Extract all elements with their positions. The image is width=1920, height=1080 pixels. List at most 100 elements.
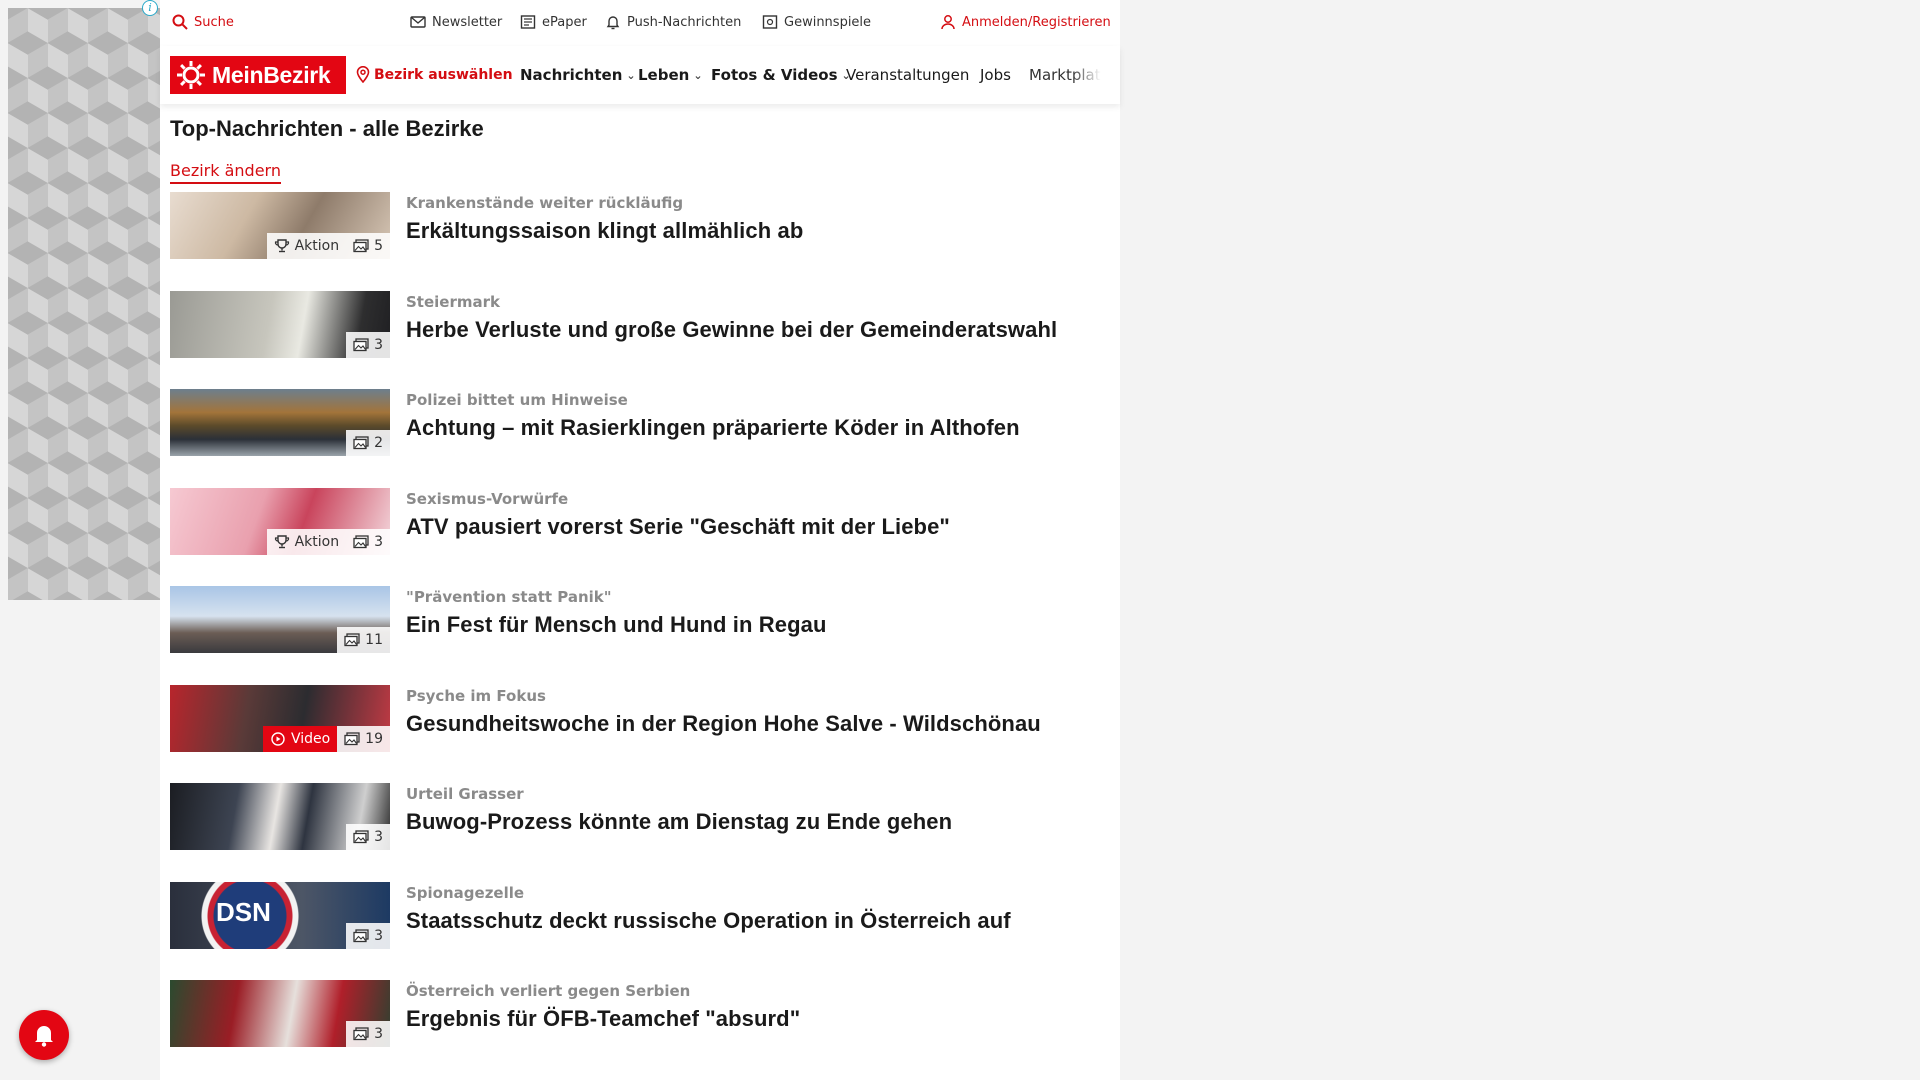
- article-thumbnail[interactable]: Aktion 5: [170, 192, 390, 259]
- thumbnail-badges: 3: [346, 824, 390, 850]
- login-label: Anmelden/Registrieren: [962, 14, 1111, 30]
- article-headline[interactable]: Erkältungssaison klingt allmählich ab: [406, 218, 803, 244]
- aktion-badge: Aktion: [266, 233, 347, 259]
- article-headline[interactable]: ATV pausiert vorerst Serie "Geschäft mit…: [406, 514, 950, 540]
- change-district-link[interactable]: Bezirk ändern: [170, 161, 281, 184]
- article-thumbnail[interactable]: DSN 3: [170, 881, 390, 949]
- epaper-label: ePaper: [542, 14, 587, 30]
- aktion-badge: Aktion: [266, 528, 347, 555]
- article-topline: Krankenstände weiter rückläufig: [406, 194, 684, 212]
- nav-veranstaltungen[interactable]: Veranstaltungen: [846, 66, 969, 84]
- gallery-icon: [344, 633, 360, 647]
- image-count: 2: [374, 435, 383, 451]
- thumbnail-badges: 3: [346, 1021, 390, 1047]
- article-item[interactable]: Video 19 Psyche im Fokus Gesundheitswoch…: [170, 684, 1110, 784]
- nav-nachrichten-label: Nachrichten: [520, 66, 623, 84]
- aktion-label: Aktion: [294, 238, 340, 254]
- nav-select-district[interactable]: Bezirk auswählen: [356, 66, 513, 83]
- gallery-icon: [353, 830, 369, 844]
- article-thumbnail[interactable]: 2: [170, 389, 390, 456]
- nav-overflow-fade: [1072, 46, 1120, 104]
- image-count-badge: 11: [337, 627, 390, 653]
- nav-leben[interactable]: Leben ⌄: [638, 66, 703, 84]
- page-title: Top-Nachrichten - alle Bezirke: [170, 116, 484, 141]
- nav-bezirk-label: Bezirk auswählen: [374, 66, 513, 83]
- meinbezirk-logo[interactable]: MeinBezirk: [170, 56, 346, 94]
- push-notifications-link[interactable]: Push-Nachrichten: [605, 14, 741, 30]
- nav-jobs[interactable]: Jobs: [980, 66, 1011, 84]
- gewinnspiele-link[interactable]: Gewinnspiele: [762, 14, 871, 30]
- logo-text: MeinBezirk: [212, 61, 331, 88]
- article-headline[interactable]: Staatsschutz deckt russische Operation i…: [406, 908, 1011, 934]
- image-count-badge: 3: [346, 331, 390, 358]
- gewinnspiele-label: Gewinnspiele: [784, 14, 872, 30]
- ad-info-icon[interactable]: i: [142, 0, 158, 16]
- article-headline[interactable]: Buwog-Prozess könnte am Dienstag zu Ende…: [406, 809, 952, 835]
- article-topline: Österreich verliert gegen Serbien: [406, 982, 691, 1000]
- article-thumbnail[interactable]: 3: [170, 290, 390, 358]
- video-label: Video: [290, 730, 331, 747]
- article-item[interactable]: Aktion 3 Sexismus-Vorwürfe ATV pausiert …: [170, 487, 1110, 587]
- image-count: 3: [374, 1026, 383, 1042]
- image-count: 3: [374, 927, 383, 944]
- article-headline[interactable]: Herbe Verluste und große Gewinne bei der…: [406, 317, 1057, 343]
- article-headline[interactable]: Achtung – mit Rasierklingen präparierte …: [406, 415, 1020, 441]
- image-count: 11: [365, 632, 383, 648]
- article-headline[interactable]: Ein Fest für Mensch und Hund in Regau: [406, 612, 827, 638]
- sunburst-logo-icon: [177, 61, 205, 89]
- article-item[interactable]: 3 Österreich verliert gegen Serbien Erge…: [170, 980, 1110, 1079]
- gallery-icon: [344, 731, 360, 745]
- nav-nachrichten[interactable]: Nachrichten ⌄: [520, 66, 636, 84]
- push-notification-button[interactable]: [19, 1010, 69, 1060]
- article-topline: Sexismus-Vorwürfe: [406, 489, 569, 508]
- epaper-icon: [520, 15, 536, 29]
- gallery-icon: [353, 1027, 369, 1041]
- trophy-icon: [274, 239, 289, 253]
- image-count-badge: 3: [346, 528, 390, 555]
- ad-skyscraper[interactable]: [8, 8, 160, 600]
- nav-fotos-label: Fotos & Videos: [711, 66, 838, 84]
- article-thumbnail[interactable]: Aktion 3: [170, 487, 390, 555]
- article-thumbnail[interactable]: 3: [170, 980, 390, 1047]
- image-count-badge: 5: [346, 233, 390, 259]
- thumbnail-badges: 11: [337, 627, 390, 653]
- location-pin-icon: [356, 66, 370, 83]
- article-item[interactable]: 3 Steiermark Herbe Verluste und große Ge…: [170, 290, 1110, 390]
- search-icon: [172, 14, 188, 30]
- login-register-link[interactable]: Anmelden/Registrieren: [940, 14, 1111, 30]
- image-count-badge: 3: [346, 824, 390, 850]
- article-thumbnail[interactable]: 3: [170, 783, 390, 850]
- article-item[interactable]: 2 Polizei bittet um Hinweise Achtung – m…: [170, 389, 1110, 488]
- play-icon: [271, 731, 285, 746]
- epaper-link[interactable]: ePaper: [520, 14, 587, 30]
- article-thumbnail[interactable]: 11: [170, 586, 390, 653]
- gallery-icon: [353, 337, 369, 351]
- utility-bar: Suche Newsletter ePaper Push-Nachrichten…: [160, 0, 1120, 46]
- nav-jobs-label: Jobs: [980, 66, 1011, 84]
- newsletter-link[interactable]: Newsletter: [410, 14, 502, 30]
- thumbnail-badges: 3: [346, 922, 390, 949]
- gift-icon: [762, 15, 778, 29]
- image-count-badge: 19: [337, 725, 390, 752]
- article-item[interactable]: Aktion 5 Krankenstände weiter rückläufig…: [170, 192, 1110, 291]
- article-thumbnail[interactable]: Video 19: [170, 684, 390, 752]
- article-topline: "Prävention statt Panik": [406, 588, 612, 606]
- article-headline[interactable]: Gesundheitswoche in der Region Hohe Salv…: [406, 711, 1041, 737]
- gallery-icon: [353, 436, 369, 450]
- trophy-icon: [274, 534, 289, 548]
- thumbnail-dsn-emblem-text: DSN: [216, 896, 271, 927]
- bell-icon: [35, 1026, 53, 1047]
- search-link[interactable]: Suche: [172, 14, 234, 30]
- chevron-down-icon: ⌄: [626, 68, 636, 82]
- image-count-badge: 3: [346, 922, 390, 949]
- thumbnail-badges: 2: [346, 430, 390, 456]
- article-headline[interactable]: Ergebnis für ÖFB-Teamchef "absurd": [406, 1006, 800, 1032]
- chevron-down-icon: ⌄: [693, 68, 703, 82]
- article-item[interactable]: 11 "Prävention statt Panik" Ein Fest für…: [170, 586, 1110, 685]
- nav-fotos-videos[interactable]: Fotos & Videos ⌄: [711, 66, 851, 84]
- image-count-badge: 2: [346, 430, 390, 456]
- article-item[interactable]: DSN 3 Spionagezelle Staatsschutz deckt r…: [170, 881, 1110, 981]
- nav-leben-label: Leben: [638, 66, 690, 84]
- article-topline: Steiermark: [406, 292, 500, 311]
- article-item[interactable]: 3 Urteil Grasser Buwog-Prozess könnte am…: [170, 783, 1110, 882]
